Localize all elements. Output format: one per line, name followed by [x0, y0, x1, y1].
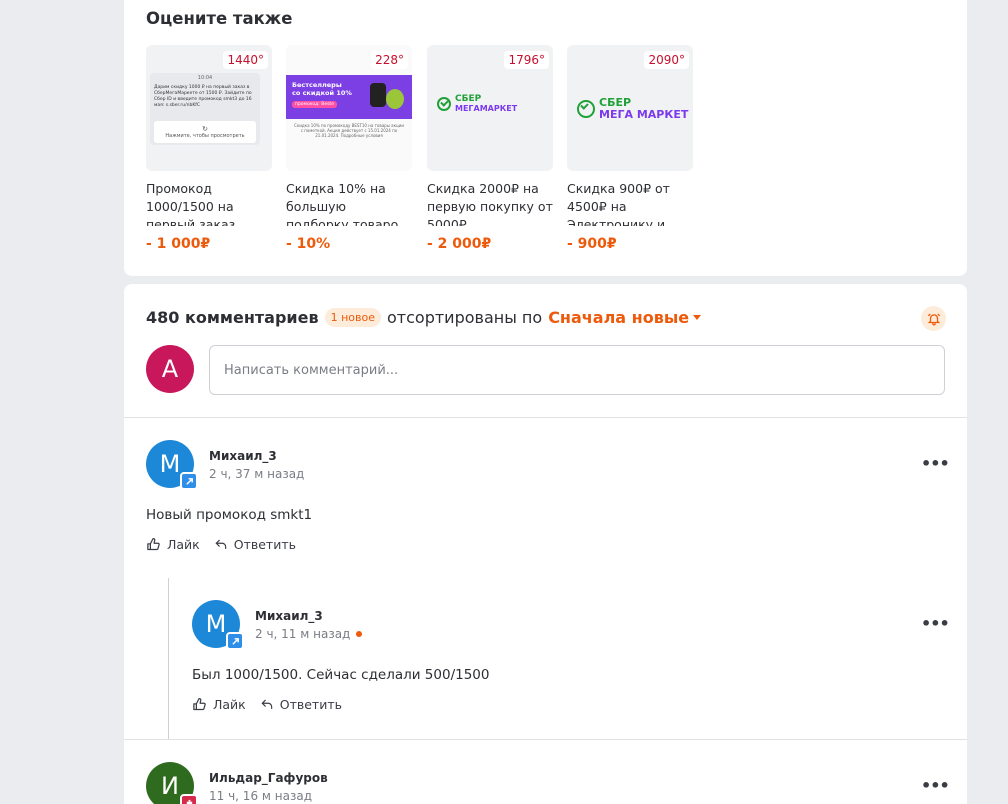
unread-dot-icon — [356, 631, 363, 637]
reply-label: Ответить — [233, 537, 296, 552]
deal-temperature: 1440° — [223, 51, 268, 69]
comment-actions: Лайк Ответить — [192, 697, 342, 712]
comment-text: Был 1000/1500. Сейчас сделали 500/1500 — [192, 667, 490, 683]
deal-discount: - 1 000₽ — [146, 236, 211, 252]
avatar-initial: И — [161, 772, 179, 800]
section-title: Оцените также — [146, 9, 293, 28]
sber-check-icon — [577, 100, 595, 118]
comment-time: 11 ч, 16 м назад — [209, 789, 312, 803]
avatar-initial: М — [159, 450, 181, 478]
like-label: Лайк — [213, 697, 246, 712]
comment-time: 2 ч, 11 м назад — [255, 627, 363, 641]
logo-line2: МЕГАМАРКЕТ — [455, 104, 518, 113]
bell-icon — [927, 313, 940, 325]
comment-time: 2 ч, 37 м назад — [209, 467, 304, 481]
like-label: Лайк — [167, 537, 200, 552]
logo-line1: СБЕР — [455, 94, 482, 104]
thumbs-up-icon — [147, 538, 160, 551]
also-rate-card: Оцените также 10:04 Дарим скидку 1000 ₽ … — [124, 0, 967, 276]
deal-title[interactable]: Скидка 2000₽ на первую покупку от 5000₽ — [427, 180, 553, 226]
product-image — [386, 89, 404, 109]
refresh-icon: ↻ — [202, 125, 208, 133]
comment-actions: Лайк Ответить — [146, 537, 296, 552]
divider — [124, 739, 967, 740]
deal-discount: - 2 000₽ — [427, 236, 492, 252]
user-level-badge-icon — [226, 632, 244, 650]
deal-card[interactable]: Бестселлеры со скидкой 10% промокод: Bes… — [286, 45, 412, 252]
deal-thumbnail[interactable]: 10:04 Дарим скидку 1000 ₽ на первый зака… — [146, 45, 272, 171]
comment-author[interactable]: Михаил_3 — [255, 609, 323, 623]
more-options-icon[interactable]: ••• — [921, 614, 950, 633]
deal-temperature: 1796° — [504, 51, 549, 69]
reply-button[interactable]: Ответить — [260, 697, 342, 712]
comments-card: 480 комментариев 1 новое отсортированы п… — [124, 284, 967, 804]
deal-thumbnail[interactable]: Бестселлеры со скидкой 10% промокод: Bes… — [286, 45, 412, 171]
user-avatar[interactable]: М — [192, 600, 244, 650]
more-options-icon[interactable]: ••• — [921, 454, 950, 473]
deal-thumbnail[interactable]: СБЕР МЕГА МАРКЕТ 2090° — [567, 45, 693, 171]
sms-hint: ↻ Нажмите, чтобы просмотреть — [154, 121, 256, 143]
product-image — [370, 83, 386, 107]
comment-input[interactable] — [210, 346, 944, 394]
sms-screenshot: 10:04 Дарим скидку 1000 ₽ на первый зака… — [150, 73, 260, 145]
divider — [124, 417, 967, 418]
logo-line2: МЕГА МАРКЕТ — [599, 108, 689, 121]
user-level-badge-icon — [180, 472, 198, 490]
comment-time-text: 2 ч, 11 м назад — [255, 627, 351, 641]
my-avatar: А — [146, 345, 194, 393]
comments-count: 480 комментариев — [146, 308, 319, 327]
sber-megamarket-logo: СБЕР МЕГАМАРКЕТ — [437, 95, 517, 113]
deal-title[interactable]: Скидка 10% на большую подборку товаров н… — [286, 180, 412, 226]
comment-time-text: 11 ч, 16 м назад — [209, 789, 312, 803]
comment-time-text: 2 ч, 37 м назад — [209, 467, 305, 481]
banner-headline: Бестселлеры со скидкой 10% — [292, 81, 352, 97]
reply-label: Ответить — [279, 697, 342, 712]
deal-title[interactable]: Скидка 900₽ от 4500₽ на Электронику и те… — [567, 180, 693, 226]
banner-pill: промокод: Beste — [292, 101, 337, 108]
subscribe-bell-button[interactable] — [921, 306, 946, 331]
comments-header: 480 комментариев 1 новое отсортированы п… — [146, 308, 702, 327]
sber-megamarket-logo: СБЕР МЕГА МАРКЕТ — [577, 97, 688, 121]
deal-temperature: 2090° — [644, 51, 689, 69]
more-options-icon[interactable]: ••• — [921, 776, 950, 795]
promo-banner: Бестселлеры со скидкой 10% промокод: Bes… — [286, 75, 412, 119]
comment-text: Новый промокод smkt1 — [146, 507, 313, 523]
deal-discount: - 10% — [286, 236, 331, 252]
deal-thumbnail[interactable]: СБЕР МЕГАМАРКЕТ 1796° — [427, 45, 553, 171]
sms-hint-text: Нажмите, чтобы просмотреть — [165, 133, 245, 139]
thread-line — [168, 578, 169, 740]
deal-card[interactable]: СБЕР МЕГАМАРКЕТ 1796° Скидка 2000₽ на пе… — [427, 45, 553, 252]
banner-fine-print: Скидка 10% по промокоду BEST10 на товары… — [294, 123, 404, 138]
sber-check-icon — [437, 97, 451, 111]
deal-title[interactable]: Промокод 1000/1500 на первый заказ — [146, 180, 272, 226]
user-level-badge-icon — [180, 794, 198, 804]
reply-button[interactable]: Ответить — [214, 537, 296, 552]
user-avatar[interactable]: М — [146, 440, 198, 490]
like-button[interactable]: Лайк — [192, 697, 246, 712]
reply-arrow-icon — [261, 699, 272, 709]
reply-arrow-icon — [215, 539, 226, 549]
sort-dropdown[interactable]: Сначала новые — [548, 308, 689, 327]
sms-text: Дарим скидку 1000 ₽ на первый заказ в Сб… — [154, 85, 252, 108]
comment-author[interactable]: Михаил_3 — [209, 449, 277, 463]
avatar-initial: М — [205, 610, 227, 638]
caret-down-icon[interactable] — [693, 315, 702, 320]
deal-card[interactable]: 10:04 Дарим скидку 1000 ₽ на первый зака… — [146, 45, 272, 252]
comment-input-box[interactable] — [209, 345, 945, 395]
sms-time: 10:04 — [197, 75, 213, 81]
comment-author[interactable]: Ильдар_Гафуров — [209, 771, 328, 785]
deal-temperature: 228° — [371, 51, 408, 69]
deal-card[interactable]: СБЕР МЕГА МАРКЕТ 2090° Скидка 900₽ от 45… — [567, 45, 693, 252]
like-button[interactable]: Лайк — [146, 537, 200, 552]
thumbs-up-icon — [193, 698, 206, 711]
new-comments-badge[interactable]: 1 новое — [324, 308, 381, 327]
user-avatar[interactable]: И — [146, 762, 198, 804]
deal-discount: - 900₽ — [567, 236, 617, 252]
sorted-label: отсортированы по — [387, 308, 543, 327]
